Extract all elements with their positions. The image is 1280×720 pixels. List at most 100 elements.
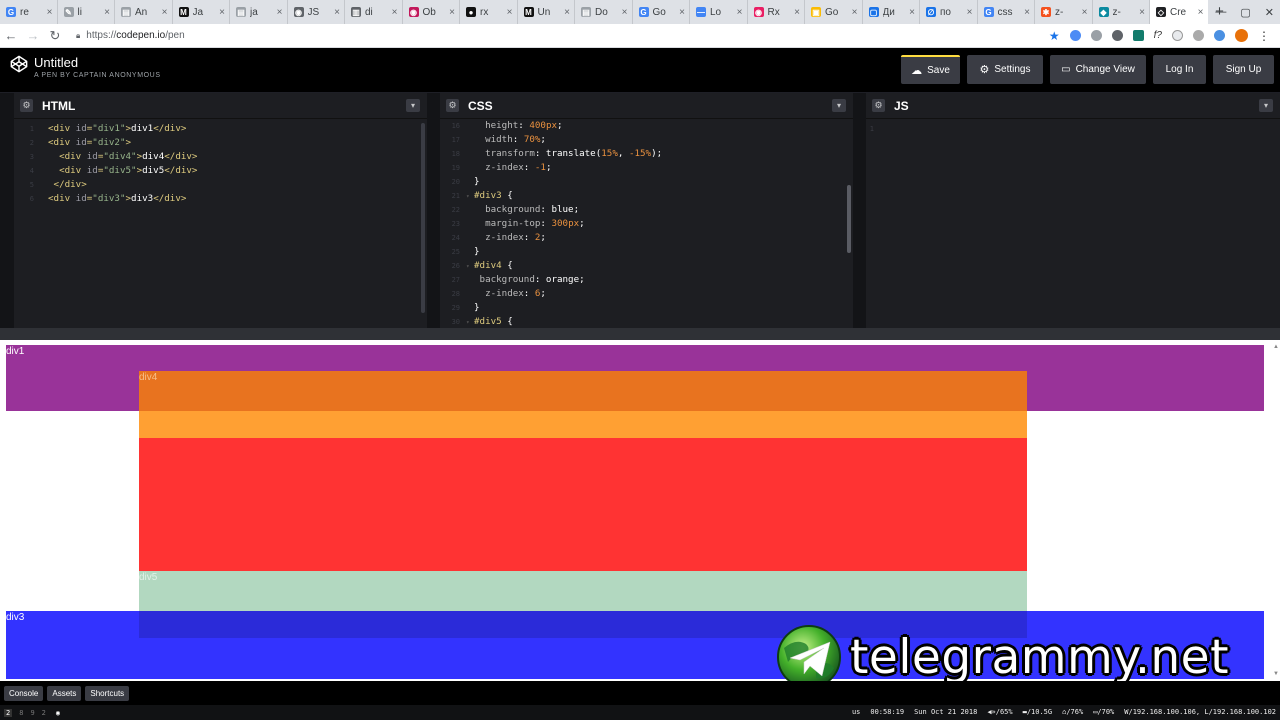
link-icon: ∅ (926, 7, 936, 17)
close-icon[interactable]: × (737, 7, 743, 18)
page-icon: ▤ (581, 7, 591, 17)
workspace-item[interactable]: 2 (42, 709, 46, 717)
html-collapse-chevron-icon[interactable]: ▾ (406, 99, 420, 112)
maximize-icon[interactable]: ▢ (1240, 6, 1250, 19)
close-icon[interactable]: × (1082, 7, 1088, 18)
profile-avatar-icon[interactable] (1235, 29, 1248, 42)
pen-title[interactable]: Untitled (34, 55, 78, 70)
close-icon[interactable]: × (852, 7, 858, 18)
close-icon[interactable]: × (794, 7, 800, 18)
browser-tab[interactable]: M Un × (518, 0, 575, 24)
close-icon[interactable]: × (162, 7, 168, 18)
close-icon[interactable]: × (449, 7, 455, 18)
preview-resize-handle[interactable] (0, 328, 1280, 340)
css-editor-scrollbar[interactable] (847, 185, 851, 253)
html-code[interactable]: 1 <div id="div1">div1</div> 2 <div id="div2… (14, 122, 198, 206)
settings-button[interactable]: ⚙ Settings (967, 55, 1043, 84)
close-icon[interactable]: × (679, 7, 685, 18)
js-collapse-chevron-icon[interactable]: ▾ (1259, 99, 1273, 112)
close-icon[interactable]: × (1139, 7, 1145, 18)
css-collapse-chevron-icon[interactable]: ▾ (832, 99, 846, 112)
bookmark-star-icon[interactable]: ★ (1049, 29, 1060, 43)
js-settings-gear-icon[interactable]: ⚙ (872, 99, 885, 112)
preview-scrollbar[interactable]: ▲ ▼ (1273, 344, 1279, 677)
reload-icon[interactable]: ↻ (44, 28, 66, 44)
js-editor[interactable]: ⚙ JS ▾ 1 (866, 93, 1280, 328)
browser-tab[interactable]: ▥ di × (345, 0, 403, 24)
signup-button[interactable]: Sign Up (1213, 55, 1274, 84)
browser-tab[interactable]: ▤ An × (115, 0, 173, 24)
shortcuts-button[interactable]: Shortcuts (85, 685, 130, 701)
css-settings-gear-icon[interactable]: ⚙ (446, 99, 459, 112)
code-token: ; (579, 218, 585, 229)
close-icon[interactable]: × (104, 7, 110, 18)
extension-2-icon[interactable] (1090, 30, 1102, 41)
browser-tab[interactable]: ◉ Rx × (748, 0, 805, 24)
browser-tab[interactable]: — Lo × (690, 0, 748, 24)
chrome-menu-icon[interactable]: ⋮ (1258, 29, 1270, 43)
close-icon[interactable]: × (564, 7, 570, 18)
browser-tab[interactable]: ▣ Go × (805, 0, 863, 24)
browser-tab[interactable]: ∅ по × (920, 0, 978, 24)
browser-tab[interactable]: G Go × (633, 0, 690, 24)
address-bar[interactable]: 🔒︎ https://codepen.io/pen (76, 30, 1049, 41)
browser-tab[interactable]: ▢ Ди × (863, 0, 920, 24)
html-settings-gear-icon[interactable]: ⚙ (20, 99, 33, 112)
browser-tab[interactable]: M Ja × (173, 0, 230, 24)
extension-4-icon[interactable] (1132, 30, 1144, 41)
close-icon[interactable]: × (1198, 7, 1204, 18)
browser-tab[interactable]: ◉ JS × (288, 0, 345, 24)
browser-tab[interactable]: Gcss × (978, 0, 1035, 24)
browser-tab[interactable]: ◆ z- × (1093, 0, 1150, 24)
browser-tab[interactable]: Gre × (0, 0, 58, 24)
scroll-up-arrow-icon[interactable]: ▲ (1273, 344, 1279, 350)
browser-tab[interactable]: ◇ Cre × (1150, 0, 1208, 24)
close-icon[interactable]: × (219, 7, 225, 18)
css-code[interactable]: 16 height: 400px; 17 width: 70%; 18 transf… (440, 119, 663, 329)
close-icon[interactable]: × (909, 7, 915, 18)
close-icon[interactable]: × (967, 7, 973, 18)
minimize-icon[interactable]: — (1215, 6, 1226, 18)
css-editor[interactable]: ⚙ CSS ▾ 16 height: 400px; 17 width: 70%; 1… (440, 93, 853, 328)
codepen-logo-icon[interactable] (10, 55, 28, 73)
browser-tab[interactable]: ▤ Do × (575, 0, 633, 24)
close-icon[interactable]: × (277, 7, 283, 18)
console-button[interactable]: Console (4, 685, 44, 701)
close-icon[interactable]: × (622, 7, 628, 18)
html-editor-scrollbar[interactable] (421, 123, 425, 313)
workspace-item[interactable]: 8 (19, 709, 23, 717)
forward-arrow-icon[interactable]: → (22, 28, 44, 43)
save-button[interactable]: ☁ Save (901, 55, 960, 84)
code-line: 21 ▾ #div3 { (440, 189, 662, 203)
assets-button[interactable]: Assets (47, 685, 82, 701)
html-editor[interactable]: ⚙ HTML ▾ 1 <div id="div1">div1</div> 2 <div… (14, 93, 427, 328)
shield-icon: ◆ (1098, 7, 1109, 17)
extension-7-icon[interactable] (1214, 30, 1225, 41)
extension-5-icon[interactable] (1172, 30, 1183, 41)
close-icon[interactable]: × (334, 7, 340, 18)
browser-tab[interactable]: ◉ Ob × (403, 0, 460, 24)
workspace-item[interactable]: 2 (4, 708, 13, 717)
extension-3-icon[interactable] (1111, 30, 1123, 41)
scroll-down-arrow-icon[interactable]: ▼ (1273, 671, 1279, 677)
change-view-button[interactable]: ▭ Change View (1050, 55, 1146, 84)
js-code[interactable]: 1 (854, 122, 888, 136)
browser-tab[interactable]: ✱ z- × (1035, 0, 1093, 24)
login-button[interactable]: Log In (1153, 55, 1206, 84)
extension-1-icon[interactable] (1069, 30, 1081, 41)
workspace-item[interactable]: 9 (30, 709, 34, 717)
browser-tab[interactable]: ● rx × (460, 0, 518, 24)
extension-6-icon[interactable] (1193, 30, 1204, 41)
window-close-icon[interactable]: ✕ (1265, 6, 1274, 19)
close-icon[interactable]: × (507, 7, 513, 18)
close-icon[interactable]: × (1024, 7, 1030, 18)
browser-tab[interactable]: ▤ ja × (230, 0, 288, 24)
app-icon[interactable]: ◉ (56, 709, 60, 717)
line-number: 18 (451, 150, 460, 158)
js-editor-title: JS (894, 98, 909, 113)
formula-icon[interactable]: f? (1154, 30, 1162, 41)
close-icon[interactable]: × (47, 7, 53, 18)
back-arrow-icon[interactable]: ← (0, 28, 22, 43)
close-icon[interactable]: × (392, 7, 398, 18)
browser-tab[interactable]: ✎ li × (58, 0, 115, 24)
